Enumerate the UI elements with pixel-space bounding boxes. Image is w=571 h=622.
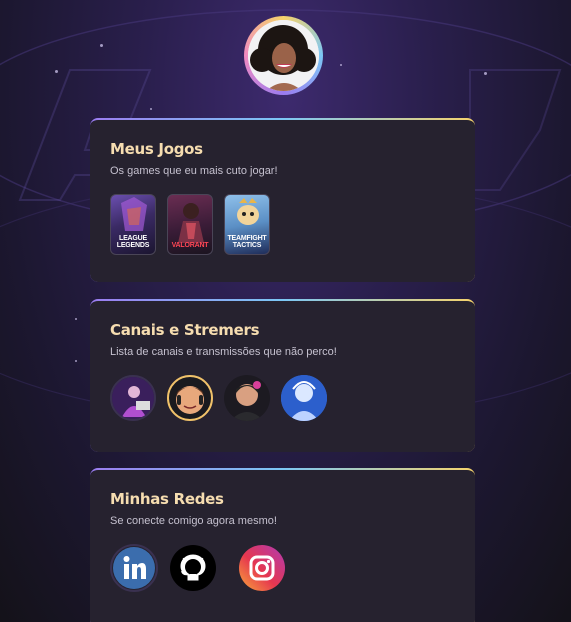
streamer-avatar-3[interactable] — [224, 375, 270, 421]
games-card-subtitle: Os games que eu mais cuto jogar! — [110, 165, 278, 177]
social-card-subtitle: Se conecte comigo agora mesmo! — [110, 515, 277, 527]
instagram-link[interactable] — [238, 544, 286, 592]
games-card: Meus Jogos Os games que eu mais cuto jog… — [90, 118, 475, 282]
github-icon — [170, 545, 216, 591]
streamer-avatar-4[interactable] — [281, 375, 327, 421]
game-teamfight-tactics[interactable]: TEAMFIGHT TACTICS — [224, 194, 270, 255]
games-card-title: Meus Jogos — [110, 140, 203, 158]
github-link[interactable] — [169, 544, 217, 592]
linkedin-link[interactable] — [110, 544, 158, 592]
linkedin-icon — [113, 547, 155, 589]
social-list — [110, 544, 455, 592]
social-card: Minhas Redes Se conecte comigo agora mes… — [90, 468, 475, 622]
games-list: LEAGUE LEGENDS VALORANT TEAMFIGHT TACTICS — [110, 194, 455, 255]
game-valorant[interactable]: VALORANT — [167, 194, 213, 255]
game-label: VALORANT — [171, 242, 209, 249]
streamers-card-title: Canais e Stremers — [110, 321, 260, 339]
streamer-avatar-2[interactable] — [167, 375, 213, 421]
game-league-of-legends[interactable]: LEAGUE LEGENDS — [110, 194, 156, 255]
profile-avatar — [244, 16, 323, 95]
game-label: TEAMFIGHT TACTICS — [227, 235, 267, 249]
social-card-title: Minhas Redes — [110, 490, 224, 508]
instagram-icon — [239, 545, 285, 591]
streamers-card-subtitle: Lista de canais e transmissões que não p… — [110, 346, 337, 358]
game-label: LEAGUE LEGENDS — [116, 235, 150, 249]
streamer-avatar-1[interactable] — [110, 375, 156, 421]
streamers-card: Canais e Stremers Lista de canais e tran… — [90, 299, 475, 452]
streamers-list — [110, 375, 455, 421]
profile-photo-icon — [248, 20, 319, 91]
